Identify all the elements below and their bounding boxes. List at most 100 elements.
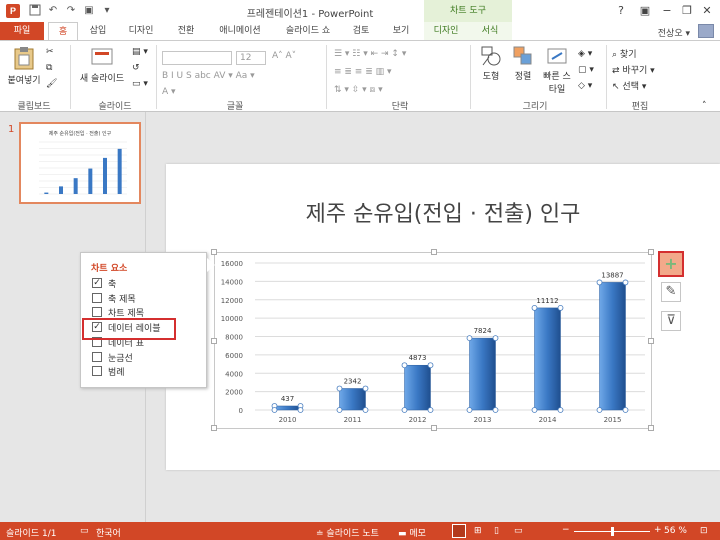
language-indicator[interactable]: 한국어	[96, 526, 121, 539]
zoom-in-button[interactable]: +	[654, 525, 662, 535]
bar-selection-handle[interactable]	[622, 407, 629, 413]
bar-selection-handle[interactable]	[492, 335, 499, 342]
alignment-buttons-icon[interactable]: ≡ ≣ ≡ ≣ ▥ ▾	[334, 67, 392, 77]
copy-icon[interactable]: ⧉	[46, 63, 52, 73]
arrange-button[interactable]: 정렬	[508, 45, 538, 82]
new-slide-button[interactable]: 새 슬라이드	[76, 45, 128, 84]
slideshow-view-icon[interactable]: ▭	[514, 526, 523, 536]
bar-2013[interactable]	[469, 337, 496, 411]
data-label[interactable]: 437	[281, 395, 294, 403]
tab-chart-format[interactable]: 서식	[468, 22, 512, 40]
font-name-combo[interactable]	[162, 51, 232, 65]
slide-title[interactable]: 제주 순유입(전입 · 전출) 인구	[166, 196, 720, 228]
list-buttons-icon[interactable]: ☰ ▾ ☷ ▾ ⇤ ⇥ ↕ ▾	[334, 49, 406, 59]
fit-slide-icon[interactable]: ⊡	[700, 526, 708, 536]
bar-selection-handle[interactable]	[596, 407, 603, 413]
font-formatting-icons[interactable]: B I U S abc AV ▾ Aa ▾	[162, 71, 255, 81]
tab-slideshow[interactable]: 슬라이드 쇼	[276, 22, 340, 40]
redo-icon[interactable]: ↷	[64, 4, 78, 18]
paste-button[interactable]: 붙여넣기	[4, 45, 44, 86]
shapes-button[interactable]: 도형	[476, 45, 506, 82]
font-size-combo[interactable]: 12	[236, 51, 266, 65]
bar-selection-handle[interactable]	[557, 407, 564, 413]
data-label[interactable]: 13887	[601, 271, 623, 279]
slideshow-start-icon[interactable]: ▣	[82, 4, 96, 18]
bar-selection-handle[interactable]	[401, 407, 408, 413]
tab-view[interactable]: 보기	[384, 22, 418, 40]
resize-handle[interactable]	[211, 425, 217, 431]
section-icon[interactable]: ▭ ▾	[132, 79, 148, 89]
minimize-button[interactable]: −	[658, 3, 676, 19]
bar-selection-handle[interactable]	[622, 279, 629, 286]
tab-review[interactable]: 검토	[346, 22, 376, 40]
bar-selection-handle[interactable]	[427, 362, 434, 369]
resize-handle[interactable]	[431, 425, 437, 431]
bar-2014[interactable]	[534, 307, 561, 411]
font-color-icon[interactable]: A ▾	[162, 87, 176, 97]
find-button[interactable]: ⌕ 찾기	[612, 47, 636, 60]
tab-file[interactable]: 파일	[0, 22, 44, 40]
tab-animations[interactable]: 애니메이션	[210, 22, 270, 40]
select-button[interactable]: ↖ 선택 ▾	[612, 79, 646, 92]
comments-button[interactable]: ▬ 메모	[398, 526, 426, 539]
collapse-ribbon-icon[interactable]: ˄	[702, 101, 707, 111]
bar-selection-handle[interactable]	[336, 407, 343, 413]
tab-design[interactable]: 디자인	[120, 22, 162, 40]
data-label[interactable]: 11112	[536, 297, 558, 305]
bar-2010[interactable]	[274, 405, 301, 411]
resize-handle[interactable]	[211, 338, 217, 344]
bar-selection-handle[interactable]	[401, 362, 408, 369]
chart-styles-button[interactable]: ✎	[661, 282, 681, 302]
format-painter-icon[interactable]: 🖌	[46, 79, 57, 89]
data-label[interactable]: 7824	[474, 327, 492, 335]
chart-container[interactable]: 0 2000 4000 6000 8000 10000 12000 14000 16000 437…	[211, 249, 654, 431]
bar-2011[interactable]	[339, 388, 366, 411]
checkbox[interactable]	[92, 292, 102, 303]
reset-slide-icon[interactable]: ↺	[132, 63, 140, 73]
save-icon[interactable]	[28, 4, 42, 18]
slide-thumbnail[interactable]: 제주 순유입(전입 · 전출) 인구	[19, 122, 141, 204]
shape-effects-icon[interactable]: ◇ ▾	[578, 81, 592, 91]
bar-selection-handle[interactable]	[466, 407, 473, 413]
slide-sorter-icon[interactable]: ⊞	[474, 526, 482, 536]
grow-shrink-font-icon[interactable]: A˄ A˅	[272, 51, 296, 61]
bar-selection-handle[interactable]	[362, 385, 369, 392]
bar-selection-handle[interactable]	[531, 305, 538, 311]
user-avatar[interactable]	[698, 24, 714, 38]
normal-view-icon[interactable]	[452, 524, 466, 538]
slide-canvas[interactable]: 제주 순유입(전입 · 전출) 인구 0 2000 4000 6000 8000 1000…	[166, 164, 720, 470]
tab-chart-design[interactable]: 디자인	[424, 22, 468, 40]
shape-fill-icon[interactable]: ◈ ▾	[578, 49, 592, 59]
checkbox[interactable]	[92, 351, 102, 362]
tab-transitions[interactable]: 전환	[168, 22, 204, 40]
ribbon-display-button[interactable]: ▣	[636, 3, 654, 19]
data-label[interactable]: 2342	[344, 377, 362, 385]
bar-selection-handle[interactable]	[466, 335, 473, 342]
resize-handle[interactable]	[648, 249, 654, 255]
bar-2012[interactable]	[404, 364, 431, 411]
undo-icon[interactable]: ↶	[46, 4, 60, 18]
checkbox[interactable]	[92, 366, 102, 377]
resize-handle[interactable]	[648, 338, 654, 344]
powerpoint-app-icon[interactable]: P	[6, 4, 20, 18]
bar-selection-handle[interactable]	[271, 407, 278, 413]
zoom-out-button[interactable]: −	[562, 525, 570, 535]
bar-selection-handle[interactable]	[531, 407, 538, 413]
bar-selection-handle[interactable]	[297, 407, 304, 413]
quick-styles-button[interactable]: 빠른 스타일	[540, 45, 574, 95]
resize-handle[interactable]	[211, 249, 217, 255]
bar-selection-handle[interactable]	[596, 279, 603, 286]
resize-handle[interactable]	[648, 425, 654, 431]
bar-selection-handle[interactable]	[427, 407, 434, 413]
bar-chart[interactable]: 0 2000 4000 6000 8000 10000 12000 14000 16000 437…	[215, 253, 653, 430]
chart-filters-button[interactable]: ⊽	[661, 311, 681, 331]
replace-button[interactable]: ⇄ 바꾸기 ▾	[612, 63, 655, 76]
resize-handle[interactable]	[431, 249, 437, 255]
data-label[interactable]: 4873	[409, 354, 427, 362]
text-direction-icon[interactable]: ⇅ ▾ ⇳ ▾ ⧈ ▾	[334, 85, 383, 95]
zoom-level[interactable]: 56 %	[664, 526, 687, 536]
restore-button[interactable]: ❐	[678, 3, 696, 19]
close-button[interactable]: ✕	[698, 3, 716, 19]
bar-selection-handle[interactable]	[557, 305, 564, 311]
notes-button[interactable]: ≐ 슬라이드 노트	[316, 526, 379, 539]
